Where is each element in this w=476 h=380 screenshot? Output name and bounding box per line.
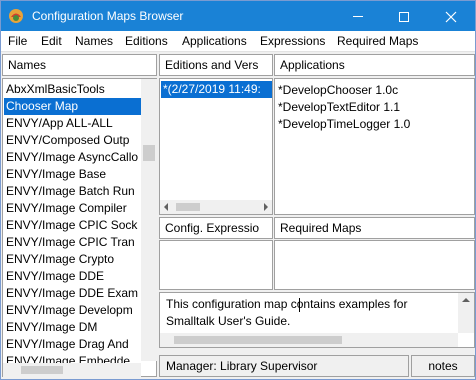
list-item[interactable]: ENVY/Image AsyncCallo [4,149,141,166]
scroll-thumb[interactable] [143,145,155,161]
manager-status: Manager: Library Supervisor [159,355,409,377]
names-horizontal-scrollbar[interactable] [3,363,141,377]
maximize-icon [399,11,409,22]
list-item[interactable]: AbxXmlBasicTools [4,81,141,98]
list-item[interactable]: ENVY/Image Compiler [4,200,141,217]
editions-horizontal-scrollbar[interactable] [160,200,272,214]
list-item[interactable]: ENVY/Image CPIC Tran [4,234,141,251]
menu-required-maps[interactable]: Required Maps [337,34,418,48]
editions-list[interactable]: *(2/27/2019 11:49: [159,78,273,215]
list-item-selected[interactable]: Chooser Map [4,98,141,115]
comment-line: This configuration map contains examples… [166,297,408,311]
list-item[interactable]: ENVY/App ALL-ALL [4,115,141,132]
window-title: Configuration Maps Browser [32,9,184,23]
configuration-maps-browser-window: Configuration Maps Browser File Edit Nam… [0,0,476,380]
required-maps-list[interactable] [274,240,475,290]
menu-expressions[interactable]: Expressions [260,34,325,48]
menu-file[interactable]: File [8,34,27,48]
names-header: Names [2,54,157,76]
application-item[interactable]: *DevelopChooser 1.0c [276,82,472,99]
menu-edit[interactable]: Edit [41,34,62,48]
minimize-icon [353,16,363,17]
applications-list[interactable]: *DevelopChooser 1.0c *DevelopTextEditor … [274,78,475,215]
names-list[interactable]: AbxXmlBasicTools Chooser Map ENVY/App AL… [2,78,157,377]
list-item[interactable]: ENVY/Image DDE [4,268,141,285]
list-item[interactable]: ENVY/Image Developm [4,302,141,319]
scroll-right-icon[interactable] [264,203,268,211]
comment-text-area[interactable]: This configuration map contains examples… [159,292,475,348]
scroll-left-icon[interactable] [164,203,168,211]
scroll-thumb[interactable] [174,336,342,344]
list-item[interactable]: ENVY/Image Base [4,166,141,183]
config-expressions-list[interactable] [159,240,273,290]
edition-item-selected[interactable]: *(2/27/2019 11:49: [161,81,272,98]
application-item[interactable]: *DevelopTimeLogger 1.0 [276,116,472,133]
list-item[interactable]: ENVY/Image DM [4,319,141,336]
list-item[interactable]: ENVY/Image Batch Run [4,183,141,200]
menu-names[interactable]: Names [75,34,113,48]
menu-applications[interactable]: Applications [182,34,247,48]
maximize-button[interactable] [381,1,427,31]
application-item[interactable]: *DevelopTextEditor 1.1 [276,99,472,116]
comment-vertical-scrollbar[interactable] [458,293,474,333]
app-icon [9,9,23,23]
scroll-thumb[interactable] [176,203,200,211]
close-button[interactable] [428,1,474,31]
list-item[interactable]: ENVY/Image Drag And [4,336,141,353]
editions-header: Editions and Vers [159,54,273,76]
scroll-up-icon[interactable] [462,298,470,302]
config-expressions-header: Config. Expressio [159,217,273,239]
list-item[interactable]: ENVY/Composed Outp [4,132,141,149]
menu-bar: File Edit Names Editions Applications Ex… [1,31,475,52]
text-cursor [299,298,300,312]
scroll-thumb[interactable] [21,366,63,374]
title-bar[interactable]: Configuration Maps Browser [1,1,475,31]
minimize-button[interactable] [335,1,381,31]
menu-editions[interactable]: Editions [125,34,168,48]
close-icon [445,11,457,22]
comment-line: Smalltalk User's Guide. [166,314,291,328]
applications-header: Applications [274,54,475,76]
comment-horizontal-scrollbar[interactable] [160,333,458,347]
names-vertical-scrollbar[interactable] [141,79,157,361]
list-item[interactable]: ENVY/Image DDE Exam [4,285,141,302]
notes-button[interactable]: notes [411,355,475,377]
list-item[interactable]: ENVY/Image Crypto [4,251,141,268]
list-item[interactable]: ENVY/Image CPIC Sock [4,217,141,234]
required-maps-header: Required Maps [274,217,475,239]
